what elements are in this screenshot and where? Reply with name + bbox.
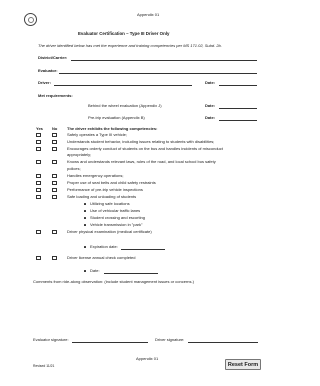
orderly-conduct-no-checkbox[interactable] [52,147,57,151]
competency-item-continued: polices; [67,166,81,171]
laws-rules-yes-checkbox[interactable] [36,160,41,164]
sub-item: Student crossing and escorting [90,215,145,220]
driver-signature-label: Driver signature: [155,337,185,342]
laws-rules-no-checkbox[interactable] [52,160,57,164]
sub-item: Utilizing safe locations [90,201,130,206]
competencies-heading: The driver exhibits the following compet… [67,126,158,131]
comments-area[interactable] [33,286,263,328]
competency-item: Proper use of seat belts and child safet… [67,180,156,185]
expiration-date-field[interactable] [121,249,165,250]
driver-field[interactable] [54,85,192,86]
behind-wheel-eval: Behind the wheel evaluation (Appendix J) [88,103,162,108]
pre-trip-date-field[interactable] [219,120,257,121]
expiration-date-label: Expiration date: [90,244,118,249]
student-behavior-yes-checkbox[interactable] [36,140,41,144]
footer-page-label: Appendix 01 [136,356,159,361]
bullet-icon [84,224,86,226]
emergency-ops-no-checkbox[interactable] [52,174,57,178]
pre-trip-inspections-no-checkbox[interactable] [52,188,57,192]
competency-item: Handles emergency operations; [67,173,124,178]
competency-item: Performance of pre-trip vehicle inspecti… [67,187,143,192]
bullet-icon [84,217,86,219]
agency-seal-logo [24,13,37,26]
intro-text: The driver identified below has met the … [38,43,222,48]
pre-trip-inspections-yes-checkbox[interactable] [36,188,41,192]
appendix-label: Appendix 01 [137,12,160,17]
driver-date-field[interactable] [219,85,257,86]
evaluator-label: Evaluator: [38,68,58,73]
driver-signature-field[interactable] [188,342,258,343]
bullet-icon [84,270,86,272]
bullet-icon [84,203,86,205]
pre-trip-date-label: Date: [205,115,216,120]
license-check-item: Driver license annual check completed [67,255,136,260]
emergency-ops-yes-checkbox[interactable] [36,174,41,178]
license-check-yes-checkbox[interactable] [36,256,41,260]
bullet-icon [84,246,86,248]
comments-label: Comments from ride-along observation: (i… [33,279,194,284]
license-check-no-checkbox[interactable] [52,256,57,260]
evaluator-signature-field[interactable] [72,342,148,343]
behind-wheel-date-label: Date: [205,103,216,108]
met-requirements-heading: Met requirements: [38,93,73,98]
license-date-field[interactable] [104,273,158,274]
driver-label: Driver: [38,80,51,85]
safely-operates-yes-checkbox[interactable] [36,133,41,137]
district-field[interactable] [71,60,257,61]
seat-belts-no-checkbox[interactable] [52,181,57,185]
competency-item: Encourages orderly conduct of students o… [67,146,223,151]
loading-unloading-yes-checkbox[interactable] [36,195,41,199]
district-label: District/Carrier: [38,55,68,60]
page-title: Evaluator Certification – Type III Drive… [78,31,170,36]
physical-exam-yes-checkbox[interactable] [36,230,41,234]
evaluator-field[interactable] [59,73,257,74]
bullet-icon [84,210,86,212]
behind-wheel-date-field[interactable] [219,108,257,109]
reset-form-button[interactable]: Reset Form [225,359,261,370]
sub-item: Use of vehicular traffic lanes [90,208,141,213]
competency-item: Safe loading and unloading of students [67,194,137,199]
revised-label: Revised 11/21 [33,364,55,368]
physical-exam-no-checkbox[interactable] [52,230,57,234]
physical-exam-item: Driver physical examination (medical cer… [67,229,152,234]
competency-item: Understands student behavior, including … [67,139,215,144]
license-date-label: Date: [90,268,100,273]
sub-item: Vehicle transmission in "park" [90,222,143,227]
no-column-header: No [52,126,58,131]
orderly-conduct-yes-checkbox[interactable] [36,147,41,151]
driver-date-label: Date: [205,80,216,85]
competency-item: Safely operates a Type III vehicle; [67,132,127,137]
competency-item: Knows and understands relevant laws, rul… [67,159,216,164]
yes-column-header: Yes [36,126,43,131]
student-behavior-no-checkbox[interactable] [52,140,57,144]
safely-operates-no-checkbox[interactable] [52,133,57,137]
evaluator-signature-label: Evaluator signature: [33,337,69,342]
pre-trip-eval: Pre-trip evaluation (Appendix B) [88,115,145,120]
loading-unloading-no-checkbox[interactable] [52,195,57,199]
competency-item-continued: appropriately; [67,152,92,157]
seat-belts-yes-checkbox[interactable] [36,181,41,185]
